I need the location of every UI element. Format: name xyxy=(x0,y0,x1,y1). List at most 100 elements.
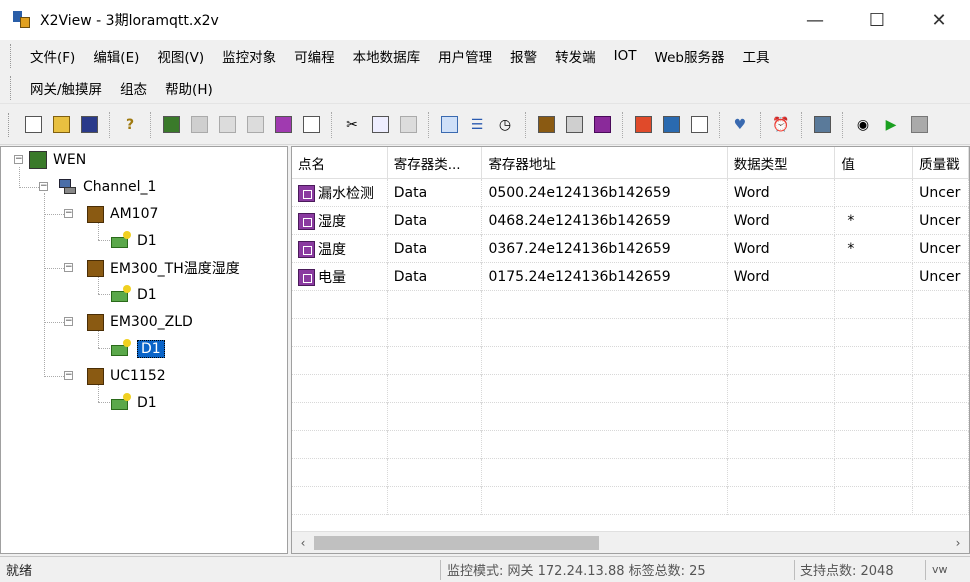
table-row[interactable]: 漏水检测 Data 0500.24e124136b142659 Word Unc… xyxy=(292,179,969,207)
maximize-button[interactable]: ☐ xyxy=(846,0,908,40)
paste-icon[interactable] xyxy=(396,113,420,137)
menu-forwarder[interactable]: 转发端 xyxy=(546,46,605,66)
register-type-cell: Data xyxy=(388,207,483,235)
b-icon[interactable] xyxy=(590,113,614,137)
menu-local-database[interactable]: 本地数据库 xyxy=(344,46,430,66)
save-icon[interactable] xyxy=(77,113,101,137)
scrollbar-thumb[interactable] xyxy=(314,536,599,550)
tree-node-device[interactable]: EM300_ZLD xyxy=(87,311,193,333)
menu-alarm[interactable]: 报警 xyxy=(501,46,546,66)
menu-monitor-objects[interactable]: 监控对象 xyxy=(213,46,285,66)
minimize-button[interactable]: — xyxy=(784,0,846,40)
tree-node-root[interactable]: WEN xyxy=(29,149,86,171)
server-icon[interactable] xyxy=(810,113,834,137)
gateway-icon[interactable] xyxy=(159,113,183,137)
tree-node-data-block[interactable]: D1 xyxy=(111,230,157,252)
menu-configuration[interactable]: 组态 xyxy=(111,78,156,98)
tree-collapse-toggle[interactable]: − xyxy=(39,182,48,191)
tree-node-device[interactable]: EM300_TH温度湿度 xyxy=(87,257,240,279)
app-icon xyxy=(12,10,32,30)
chart-icon[interactable] xyxy=(631,113,655,137)
tools-icon[interactable] xyxy=(534,113,558,137)
menu-file[interactable]: 文件(F) xyxy=(21,46,84,66)
toolbar-grip[interactable] xyxy=(8,112,11,137)
table-row-empty xyxy=(292,403,969,431)
new-file-icon[interactable] xyxy=(21,113,45,137)
register-address-cell: 0468.24e124136b142659 xyxy=(482,207,728,235)
monitor-icon[interactable] xyxy=(659,113,683,137)
menu-user-management[interactable]: 用户管理 xyxy=(429,46,501,66)
tag-icon xyxy=(298,240,315,258)
column-header-quality[interactable]: 质量戳 xyxy=(913,147,969,179)
table-row[interactable]: 湿度 Data 0468.24e124136b142659 Word * Unc… xyxy=(292,207,969,235)
cut-icon[interactable]: ✂ xyxy=(340,113,364,137)
tree-node-data-block[interactable]: D1 xyxy=(111,392,157,414)
tree-node-data-block[interactable]: D1 xyxy=(111,284,157,306)
list-icon[interactable]: ☰ xyxy=(465,113,489,137)
shield-icon[interactable]: ♥ xyxy=(728,113,752,137)
toolbar-separator xyxy=(842,111,843,138)
column-header-value[interactable]: 值 xyxy=(835,147,914,179)
stop-icon[interactable] xyxy=(907,113,931,137)
tree-icon[interactable] xyxy=(437,113,461,137)
eye-icon[interactable]: ◉ xyxy=(851,113,875,137)
edit-icon[interactable] xyxy=(243,113,267,137)
tag-table[interactable]: 点名 寄存器类... 寄存器地址 数据类型 值 质量戳 漏水检测 Data 05… xyxy=(291,146,970,554)
menu-view[interactable]: 视图(V) xyxy=(148,46,213,66)
tree-collapse-toggle[interactable]: − xyxy=(64,263,73,272)
tree-collapse-toggle[interactable]: − xyxy=(14,155,23,164)
toolbar-separator xyxy=(109,111,110,138)
horizontal-scrollbar[interactable]: ‹ › xyxy=(292,531,969,553)
column-header-register-type[interactable]: 寄存器类... xyxy=(388,147,483,179)
status-divider xyxy=(440,560,441,580)
tree-collapse-toggle[interactable]: − xyxy=(64,317,73,326)
data-type-cell: Word xyxy=(728,235,836,263)
menu-gateway-touchscreen[interactable]: 网关/触摸屏 xyxy=(21,78,111,98)
play-icon[interactable]: ▶ xyxy=(879,113,903,137)
close-button[interactable]: ✕ xyxy=(908,0,970,40)
table-row[interactable]: 温度 Data 0367.24e124136b142659 Word * Unc… xyxy=(292,235,969,263)
tree-node-channel[interactable]: Channel_1 xyxy=(59,176,156,198)
menu-edit[interactable]: 编辑(E) xyxy=(84,46,148,66)
table-header: 点名 寄存器类... 寄存器地址 数据类型 值 质量戳 xyxy=(292,147,969,179)
value-cell: * xyxy=(835,235,914,263)
tree-collapse-toggle[interactable]: − xyxy=(64,209,73,218)
tag-icon xyxy=(298,268,315,286)
copy-icon[interactable] xyxy=(368,113,392,137)
table-row[interactable]: 电量 Data 0175.24e124136b142659 Word Uncer xyxy=(292,263,969,291)
menu-web-server[interactable]: Web服务器 xyxy=(646,46,734,66)
open-folder-icon[interactable] xyxy=(49,113,73,137)
tree-node-data-block-selected[interactable]: D1 xyxy=(111,338,165,360)
table-row-empty xyxy=(292,375,969,403)
status-bar: 就绪 监控模式: 网关 172.24.13.88 标签总数: 25 支持点数: … xyxy=(0,556,970,582)
scroll-right-button[interactable]: › xyxy=(947,532,969,553)
quality-cell: Uncer xyxy=(913,207,969,235)
menu-iot[interactable]: IOT xyxy=(605,48,646,64)
alarm-icon[interactable]: ⏰ xyxy=(769,113,793,137)
menu-programmable[interactable]: 可编程 xyxy=(285,46,344,66)
cube-icon[interactable] xyxy=(271,113,295,137)
clock-icon[interactable]: ◷ xyxy=(493,113,517,137)
menu-row-2: 网关/触摸屏 组态 帮助(H) xyxy=(0,72,222,104)
doc-icon[interactable] xyxy=(215,113,239,137)
export-icon[interactable] xyxy=(299,113,323,137)
scroll-left-button[interactable]: ‹ xyxy=(292,532,314,553)
arrow-icon[interactable] xyxy=(187,113,211,137)
menu-grip[interactable] xyxy=(10,76,13,100)
column-header-name[interactable]: 点名 xyxy=(292,147,388,179)
device-icon[interactable] xyxy=(562,113,586,137)
tag-name: 温度 xyxy=(318,242,346,258)
menu-grip[interactable] xyxy=(10,44,13,68)
project-tree[interactable]: − WEN − Channel_1 − AM107 D1 − EM300_TH温… xyxy=(0,146,288,554)
column-header-data-type[interactable]: 数据类型 xyxy=(728,147,836,179)
help-icon[interactable]: ? xyxy=(118,113,142,137)
table-row-empty xyxy=(292,347,969,375)
page-icon[interactable] xyxy=(687,113,711,137)
tree-node-device[interactable]: AM107 xyxy=(87,203,158,225)
column-header-register-address[interactable]: 寄存器地址 xyxy=(482,147,728,179)
tree-node-device[interactable]: UC1152 xyxy=(87,365,166,387)
menu-help[interactable]: 帮助(H) xyxy=(156,78,222,98)
tree-collapse-toggle[interactable]: − xyxy=(64,371,73,380)
menu-tools[interactable]: 工具 xyxy=(733,46,778,66)
status-ready: 就绪 xyxy=(6,564,33,579)
